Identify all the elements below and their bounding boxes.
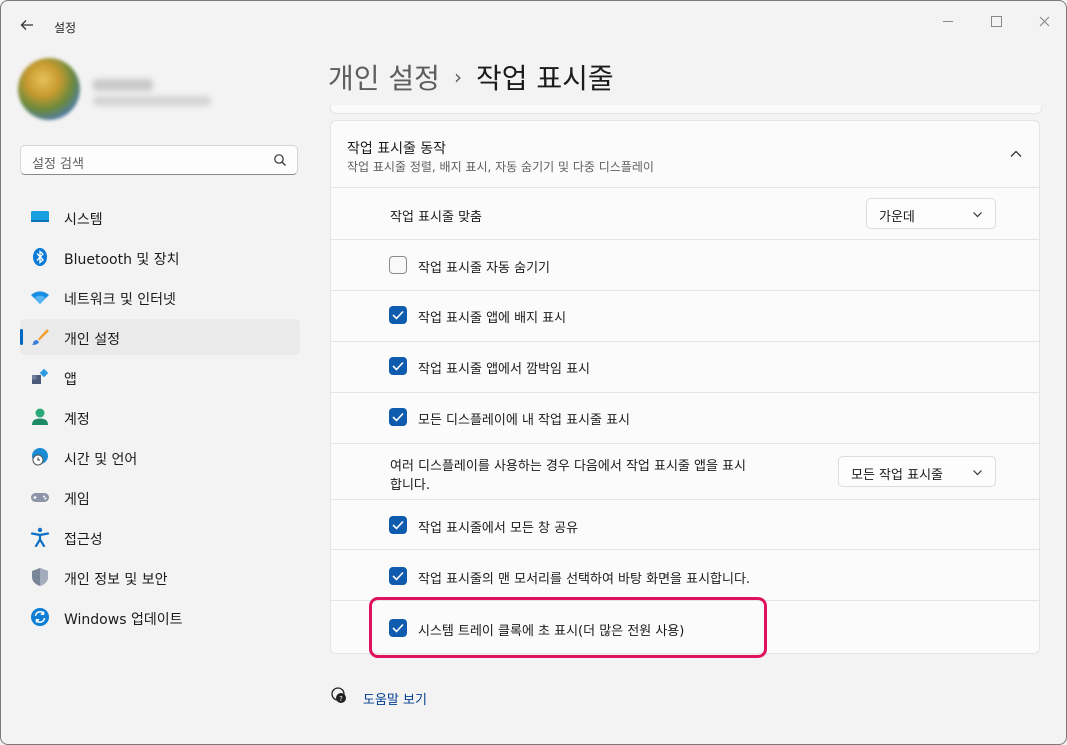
auto-hide-label: 작업 표시줄 자동 숨기기 [418,261,550,276]
sidebar-item-windows-update[interactable]: Windows 업데이트 [20,599,300,635]
chevron-down-icon [973,470,982,476]
setting-row-flashing: 작업 표시줄 앱에서 깜박임 표시 [330,342,1040,393]
back-button[interactable] [15,15,39,39]
sidebar-item-label: 앱 [64,372,77,388]
flashing-checkbox[interactable] [389,357,407,375]
setting-row-auto-hide: 작업 표시줄 자동 숨기기 [330,240,1040,291]
sidebar-item-gaming[interactable]: 게임 [20,479,300,515]
setting-row-badges: 작업 표시줄 앱에 배지 표시 [330,291,1040,342]
globe-clock-icon [32,448,48,466]
setting-row-far-corner: 작업 표시줄의 맨 모서리를 선택하여 바탕 화면을 표시합니다. [330,550,1040,601]
setting-row-alignment: 작업 표시줄 맞춤 가운데 [330,188,1040,240]
multi-display-value: 모든 작업 표시줄 [851,468,943,483]
sidebar-item-label: 개인 정보 및 보안 [64,572,168,588]
badges-checkbox[interactable] [389,306,407,324]
sidebar-item-accounts[interactable]: 계정 [20,399,300,435]
alignment-dropdown[interactable]: 가운데 [866,198,996,229]
badges-label: 작업 표시줄 앱에 배지 표시 [418,311,567,326]
previous-section-edge [330,105,1042,114]
all-displays-checkbox[interactable] [389,408,407,426]
avatar[interactable] [18,58,80,120]
section-subtitle: 작업 표시줄 정렬, 배지 표시, 자동 숨기기 및 다중 디스플레이 [347,160,654,174]
sidebar-item-network[interactable]: 네트워크 및 인터넷 [20,279,300,315]
setting-row-all-displays: 모든 디스플레이에 내 작업 표시줄 표시 [330,393,1040,444]
sidebar-nav: 시스템 Bluetooth 및 장치 네트워크 및 인터넷 개인 설정 앱 계정… [20,199,300,639]
sidebar-item-personalization[interactable]: 개인 설정 [20,319,300,355]
settings-window: 설정 설정 검색 시스템 Bluetooth 및 장치 네트워크 및 인터넷 개… [0,0,1067,745]
sidebar-item-label: 개인 설정 [64,332,120,348]
checkmark-icon [392,310,404,320]
back-arrow-icon [20,20,33,30]
share-windows-checkbox[interactable] [389,516,407,534]
apps-icon [32,368,49,384]
bluetooth-icon [33,248,47,266]
far-corner-checkbox[interactable] [389,567,407,585]
sidebar-item-label: 시스템 [64,212,103,228]
minimize-icon [943,20,953,22]
checkmark-icon [392,571,404,581]
alignment-value: 가운데 [879,210,915,225]
accessibility-icon [30,527,50,547]
close-button[interactable] [1021,9,1066,33]
sidebar-item-label: 계정 [64,412,90,428]
user-name-redacted [93,79,153,91]
section-title: 작업 표시줄 동작 [347,141,447,157]
search-icon [274,154,286,166]
brush-icon [32,329,49,345]
sidebar-item-bluetooth[interactable]: Bluetooth 및 장치 [20,239,300,275]
breadcrumb: 개인 설정 › 작업 표시줄 [328,57,614,97]
highlight-box [369,597,767,658]
update-icon [31,608,49,626]
sidebar-item-label: Windows 업데이트 [64,612,183,628]
sidebar-item-time-language[interactable]: 시간 및 언어 [20,439,300,475]
gamepad-icon [31,493,49,502]
sidebar-item-label: 시간 및 언어 [64,452,138,468]
minimize-button[interactable] [925,9,971,33]
setting-row-multi-display: 여러 디스플레이를 사용하는 경우 다음에서 작업 표시줄 앱을 표시 합니다.… [330,444,1040,500]
sidebar-item-label: 접근성 [64,532,103,548]
close-icon [1039,16,1049,26]
alignment-label: 작업 표시줄 맞춤 [390,210,482,225]
section-header-taskbar-behaviors[interactable]: 작업 표시줄 동작 작업 표시줄 정렬, 배지 표시, 자동 숨기기 및 다중 … [330,120,1040,188]
flashing-label: 작업 표시줄 앱에서 깜박임 표시 [418,362,591,377]
title-bar: 설정 [1,1,1066,47]
share-windows-label: 작업 표시줄에서 모든 창 공유 [418,521,579,536]
page-title: 작업 표시줄 [475,62,614,95]
sidebar-item-accessibility[interactable]: 접근성 [20,519,300,555]
sidebar-item-label: 게임 [64,492,90,508]
app-title: 설정 [54,21,77,35]
setting-row-share-windows: 작업 표시줄에서 모든 창 공유 [330,500,1040,550]
checkmark-icon [392,520,404,530]
sidebar-item-label: 네트워크 및 인터넷 [64,292,176,308]
system-icon [31,211,49,222]
wifi-icon [31,291,49,304]
sidebar-item-privacy[interactable]: 개인 정보 및 보안 [20,559,300,595]
maximize-icon [990,15,1002,27]
all-displays-label: 모든 디스플레이에 내 작업 표시줄 표시 [418,413,631,428]
help-label: 도움말 보기 [363,693,427,708]
breadcrumb-parent[interactable]: 개인 설정 [328,62,440,95]
sidebar-item-system[interactable]: 시스템 [20,199,300,235]
maximize-button[interactable] [973,9,1019,33]
shield-icon [32,568,48,586]
far-corner-label: 작업 표시줄의 맨 모서리를 선택하여 바탕 화면을 표시합니다. [418,572,751,587]
multi-display-label-line1: 여러 디스플레이를 사용하는 경우 다음에서 작업 표시줄 앱을 표시 [390,459,746,474]
sidebar-item-apps[interactable]: 앱 [20,359,300,395]
account-icon [32,408,48,425]
chevron-down-icon [973,212,982,218]
svg-text:?: ? [339,695,343,703]
checkmark-icon [392,412,404,422]
chevron-up-icon[interactable] [1009,147,1023,161]
auto-hide-checkbox[interactable] [389,256,407,274]
sidebar-item-label: Bluetooth 및 장치 [64,252,180,268]
multi-display-label-line2: 합니다. [390,478,431,493]
search-placeholder: 설정 검색 [32,157,84,172]
user-email-redacted [93,96,211,106]
breadcrumb-separator: › [453,65,462,89]
multi-display-dropdown[interactable]: 모든 작업 표시줄 [838,456,996,487]
search-input[interactable]: 설정 검색 [20,145,298,175]
help-icon: ? [331,687,346,703]
checkmark-icon [392,361,404,371]
